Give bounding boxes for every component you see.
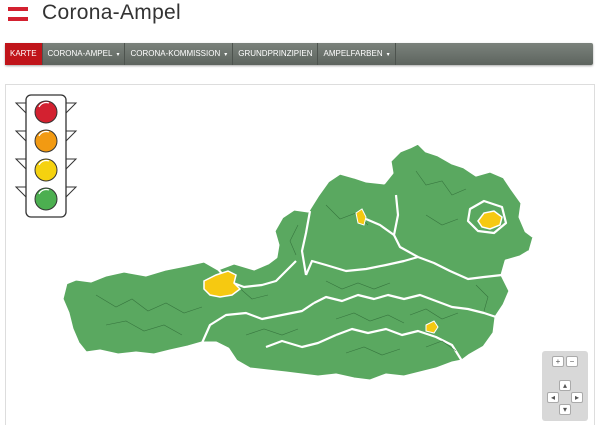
nav-item-karte[interactable]: KARTE bbox=[5, 43, 43, 65]
green-light bbox=[34, 187, 58, 211]
main-nav: KARTE CORONA-AMPEL ▾ CORONA-KOMMISSION ▾ G… bbox=[5, 43, 593, 65]
zoom-out-button[interactable]: − bbox=[566, 356, 578, 367]
zoom-in-button[interactable]: + bbox=[552, 356, 564, 367]
page-title: Corona-Ampel bbox=[42, 1, 181, 24]
minus-icon: − bbox=[569, 357, 575, 366]
nav-item-ampelfarben[interactable]: AMPELFARBEN ▾ bbox=[318, 43, 396, 65]
nav-item-corona-ampel[interactable]: CORONA-AMPEL ▾ bbox=[43, 43, 126, 65]
chevron-down-icon: ▾ bbox=[224, 52, 228, 58]
header: Corona-Ampel bbox=[0, 0, 600, 36]
austria-districts bbox=[60, 141, 536, 383]
pan-up-button[interactable]: ▴ bbox=[559, 380, 571, 391]
orange-light bbox=[34, 129, 58, 153]
austria-flag-icon bbox=[8, 7, 28, 21]
pan-right-button[interactable]: ▸ bbox=[571, 392, 583, 403]
traffic-light-icon bbox=[14, 94, 78, 218]
chevron-down-icon: ▾ bbox=[116, 52, 120, 58]
nav-item-corona-kommission[interactable]: CORONA-KOMMISSION ▾ bbox=[125, 43, 234, 65]
chevron-down-icon: ▾ bbox=[386, 52, 390, 58]
red-light bbox=[34, 100, 58, 124]
map-controls: + − ▴ ◂ ▸ ▾ bbox=[542, 351, 588, 421]
arrow-down-icon: ▾ bbox=[562, 405, 567, 414]
arrow-up-icon: ▴ bbox=[562, 381, 567, 390]
yellow-light bbox=[34, 158, 58, 182]
pan-down-button[interactable]: ▾ bbox=[559, 404, 571, 415]
austria-map[interactable] bbox=[6, 85, 594, 425]
arrow-left-icon: ◂ bbox=[550, 393, 555, 402]
pan-left-button[interactable]: ◂ bbox=[547, 392, 559, 403]
plus-icon: + bbox=[555, 357, 561, 366]
map-panel: + − ▴ ◂ ▸ ▾ bbox=[5, 84, 595, 425]
nav-item-grundprinzipien[interactable]: GRUNDPRINZIPIEN bbox=[233, 43, 319, 65]
arrow-right-icon: ▸ bbox=[574, 393, 579, 402]
